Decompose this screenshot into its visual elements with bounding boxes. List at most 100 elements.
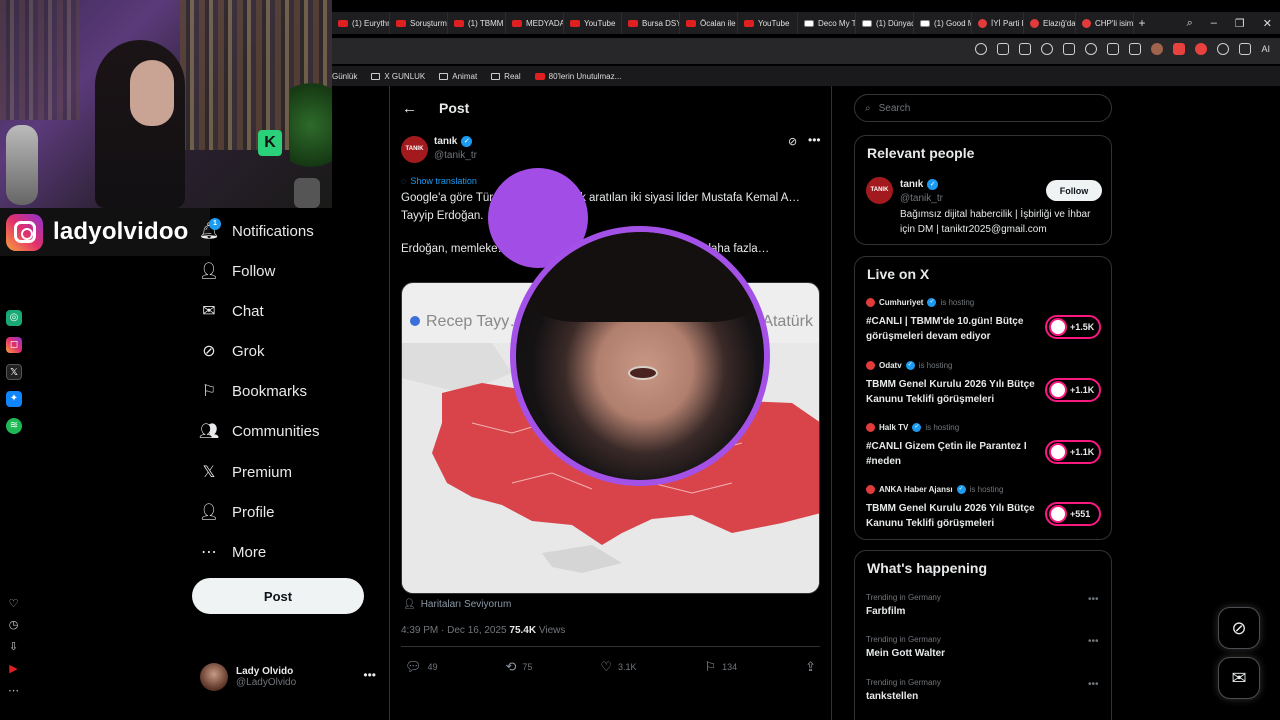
avatar[interactable]: TANIK	[866, 177, 893, 204]
trend-name[interactable]: tankstellen	[866, 691, 918, 702]
browser-tab[interactable]: (1) Good M	[914, 12, 972, 34]
nav-item-premium[interactable]: 𝕏 Premium	[200, 458, 292, 486]
back-arrow-icon[interactable]: ←	[402, 100, 417, 117]
nav-item-label: Profile	[232, 503, 275, 521]
trend-name[interactable]: Mein Gott Walter	[866, 648, 945, 659]
heart-icon[interactable]	[1085, 43, 1098, 55]
follow-button[interactable]: Follow	[1046, 180, 1102, 201]
show-translation-link[interactable]: ◌ Show translation	[401, 176, 477, 186]
browser-tab[interactable]: (1) Eurythm	[332, 12, 390, 34]
browser-tab[interactable]: Deco My T	[798, 12, 856, 34]
nav-item-grok[interactable]: ⊘ Grok	[200, 337, 264, 365]
spotify-icon[interactable]: ≋	[6, 418, 22, 434]
close-icon[interactable]: ✕	[1263, 17, 1272, 30]
bookmark-item[interactable]: 80'lerin Unutulmaz...	[534, 72, 621, 81]
grok-float-button[interactable]: ⊘	[1218, 607, 1260, 649]
messages-float-button[interactable]: ✉	[1218, 657, 1260, 699]
extension-icon[interactable]	[1173, 43, 1186, 55]
extension-icon-2[interactable]	[1217, 43, 1230, 55]
verified-icon: ✓	[905, 361, 915, 370]
relevant-person-name[interactable]: tanık ✓	[900, 179, 939, 190]
youtube-icon	[744, 19, 754, 27]
chatgpt-icon[interactable]: ◎	[6, 310, 22, 326]
restore-icon[interactable]: ❐	[1235, 17, 1245, 30]
author-avatar[interactable]: TANIK	[401, 136, 428, 163]
download-icon[interactable]: ⇩	[7, 641, 20, 654]
browser-tab[interactable]: YouTube	[564, 12, 622, 34]
avatar	[1049, 318, 1067, 336]
nav-item-chat[interactable]: ✉ Chat	[200, 297, 263, 325]
profile-avatar-icon[interactable]	[1151, 43, 1164, 55]
image-source[interactable]: 👤︎ Haritaları Seviyorum	[403, 599, 511, 610]
search-tabs-icon[interactable]: ⌕	[1187, 17, 1193, 30]
instagram-icon[interactable]: ◻	[6, 337, 22, 353]
history-icon[interactable]: ◷	[7, 619, 20, 632]
like-button[interactable]: ♡ 3.1K	[600, 659, 636, 675]
browser-tab[interactable]: (1) TBMM	[448, 12, 506, 34]
zoom-icon[interactable]	[975, 43, 988, 55]
trend-name[interactable]: Farbfilm	[866, 606, 905, 617]
screenshot-icon[interactable]	[1019, 43, 1032, 55]
author-handle[interactable]: @tanik_tr	[434, 150, 477, 161]
nav-item-profile[interactable]: 👤︎ Profile	[199, 498, 275, 526]
live-title[interactable]: TBMM Genel Kurulu 2026 Yılı Bütçe Kanunu…	[866, 377, 1038, 407]
edit-icon[interactable]	[997, 43, 1010, 55]
live-title[interactable]: TBMM Genel Kurulu 2026 Yılı Bütçe Kanunu…	[866, 501, 1038, 531]
nav-item-follow[interactable]: 👤︎ Follow	[199, 257, 276, 285]
browser-tab[interactable]: (1) Dünyad	[856, 12, 914, 34]
search-input[interactable]: ⌕ Search	[854, 94, 1112, 122]
live-host[interactable]: Halk TV ✓ is hosting	[866, 423, 959, 432]
share-button[interactable]: ⇪	[805, 659, 816, 675]
browser-tab[interactable]: İYİ Parti ka	[972, 12, 1024, 34]
bookmark-button[interactable]: ⚐ 134	[704, 659, 737, 675]
more-dots-icon[interactable]: •••	[1088, 679, 1099, 690]
browser-tab[interactable]: YouTube	[738, 12, 798, 34]
browser-tab[interactable]: Soruşturma	[390, 12, 448, 34]
grok-icon[interactable]: ⊘	[788, 135, 797, 148]
live-title[interactable]: #CANLI Gizem Çetin ile Parantez I #neden	[866, 439, 1038, 469]
shield-icon[interactable]	[1195, 43, 1208, 55]
more-dots-icon[interactable]: •••	[1088, 594, 1099, 605]
menu-icon[interactable]	[1129, 43, 1142, 55]
reply-button[interactable]: 💬︎ 49	[405, 659, 438, 675]
more-dots-icon[interactable]: •••	[808, 133, 821, 147]
repost-button[interactable]: ⟲ 75	[505, 659, 532, 675]
post-button[interactable]: Post	[192, 578, 364, 614]
browser-tab[interactable]: Öcalan ile	[680, 12, 738, 34]
live-host[interactable]: Cumhuriyet ✓ is hosting	[866, 298, 974, 307]
browser-tab[interactable]: CHP'li isim	[1076, 12, 1134, 34]
bookmark-item[interactable]: X GUNLUK	[371, 72, 425, 81]
bookmark-item[interactable]: Günlük	[332, 72, 357, 81]
play-icon[interactable]	[1063, 43, 1076, 55]
more-dots-icon[interactable]: •••	[363, 668, 376, 682]
live-listeners-pill[interactable]: +551	[1045, 502, 1101, 526]
new-tab-button[interactable]: +	[1134, 16, 1150, 30]
browser-tab[interactable]: Bursa DSYİ	[622, 12, 680, 34]
browser-tab[interactable]: Elazığ'da	[1024, 12, 1076, 34]
account-switcher[interactable]: Lady Olvido @LadyOlvido •••	[200, 662, 376, 692]
nav-item-more[interactable]: ⋯ More	[200, 538, 266, 566]
youtube-icon[interactable]: ▶	[7, 663, 20, 676]
download-icon[interactable]	[1107, 43, 1120, 55]
bluesky-icon[interactable]: ✦	[6, 391, 22, 407]
browser-tab[interactable]: MEDYADA	[506, 12, 564, 34]
live-host[interactable]: ANKA Haber Ajansı ✓ is hosting	[866, 485, 1003, 494]
live-listeners-pill[interactable]: +1.1K	[1045, 378, 1101, 402]
live-host[interactable]: Odatv ✓ is hosting	[866, 361, 952, 370]
live-listeners-pill[interactable]: +1.1K	[1045, 440, 1101, 464]
bookmark-item[interactable]: Animat	[439, 72, 477, 81]
more-dots-icon[interactable]: •••	[1088, 636, 1099, 647]
minimize-icon[interactable]: –	[1211, 17, 1217, 29]
nav-item-communities[interactable]: 👥︎ Communities	[199, 417, 320, 445]
more-icon[interactable]: ⋯	[7, 685, 20, 698]
ai-button[interactable]: AI	[1261, 44, 1270, 54]
x-icon[interactable]: 𝕏	[6, 364, 22, 380]
refresh-icon[interactable]	[1041, 43, 1054, 55]
heart-icon[interactable]: ♡	[7, 598, 20, 611]
puzzle-icon[interactable]	[1239, 43, 1252, 55]
live-title[interactable]: #CANLI | TBMM'de 10.gün! Bütçe görüşmele…	[866, 314, 1038, 344]
author-name[interactable]: tanık ✓	[434, 136, 473, 147]
bookmark-item[interactable]: Real	[491, 72, 521, 81]
live-listeners-pill[interactable]: +1.5K	[1045, 315, 1101, 339]
nav-item-bookmarks[interactable]: ⚐ Bookmarks	[200, 377, 307, 405]
